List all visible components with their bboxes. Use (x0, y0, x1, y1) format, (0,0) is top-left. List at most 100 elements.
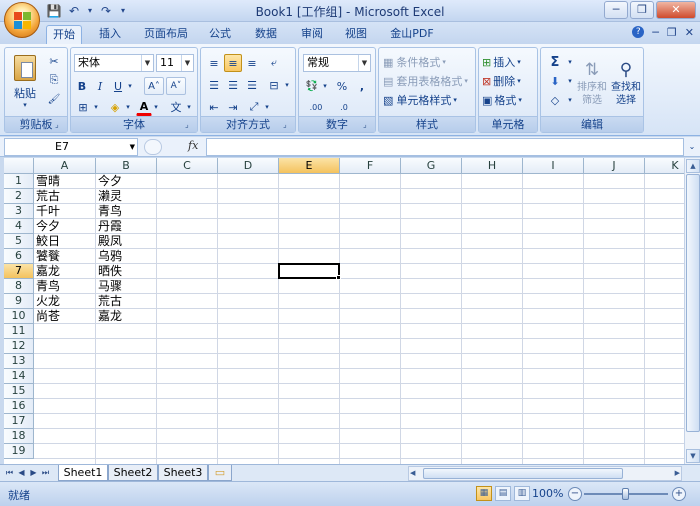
increase-decimal-button[interactable]: .00 (303, 98, 329, 116)
number-format-combo[interactable]: 常规 ▼ (303, 54, 371, 72)
underline-dropdown[interactable]: ▾ (126, 77, 134, 95)
fill-color-dropdown[interactable]: ▾ (124, 98, 132, 116)
tab-insert[interactable]: 插入 (92, 25, 128, 44)
clear-button[interactable]: ◇ (544, 91, 566, 109)
cell-b8[interactable]: 马骤 (96, 279, 157, 294)
tab-review[interactable]: 审阅 (294, 25, 330, 44)
percent-button[interactable]: % (333, 77, 351, 95)
align-left-button[interactable]: ☰ (205, 76, 223, 94)
cell-b4[interactable]: 丹霞 (96, 219, 157, 234)
format-as-table-button[interactable]: ▤ 套用表格格式 ▾ (382, 72, 474, 90)
insert-sheet-button[interactable]: ▭ (208, 465, 232, 481)
tab-page-layout[interactable]: 页面布局 (138, 25, 194, 44)
tab-home[interactable]: 开始 (46, 25, 82, 44)
row-header-2[interactable]: 2 (4, 189, 34, 204)
zoom-knob[interactable] (622, 488, 629, 500)
chevron-down-icon[interactable]: ▼ (181, 55, 193, 71)
cell-a1[interactable]: 雪晴 (34, 174, 96, 189)
column-header-c[interactable]: C (157, 158, 218, 174)
chevron-down-icon[interactable]: ▼ (141, 55, 153, 71)
cell-b10[interactable]: 嘉龙 (96, 309, 157, 324)
cell-a9[interactable]: 火龙 (34, 294, 96, 309)
page-layout-view-icon[interactable]: ▤ (495, 486, 511, 501)
comma-button[interactable]: , (353, 77, 371, 95)
align-top-button[interactable]: ≡ (205, 54, 223, 72)
cell-b9[interactable]: 荒古 (96, 294, 157, 309)
cell-a7[interactable]: 嘉龙 (34, 264, 96, 279)
column-header-f[interactable]: F (340, 158, 401, 174)
format-painter-button[interactable]: 🖌 (45, 90, 63, 108)
format-cells-button[interactable]: ▣ 格式 ▾ (481, 91, 537, 109)
cell-b3[interactable]: 青鸟 (96, 204, 157, 219)
row-header-9[interactable]: 9 (4, 294, 34, 309)
help-icon[interactable]: ? (632, 26, 645, 38)
phonetic-dropdown[interactable]: ▾ (185, 98, 193, 116)
bold-button[interactable]: B (74, 77, 90, 95)
vertical-scroll-thumb[interactable] (686, 174, 700, 432)
decrease-decimal-button[interactable]: .0 (331, 98, 357, 116)
scroll-left-icon[interactable]: ◀ (410, 467, 415, 480)
font-color-button[interactable]: A (136, 98, 152, 116)
delete-cells-button[interactable]: ⊠ 删除 ▾ (481, 72, 537, 90)
page-break-view-icon[interactable]: ▥ (514, 486, 530, 501)
cell-b1[interactable]: 今夕 (96, 174, 157, 189)
align-middle-button[interactable]: ≡ (224, 54, 242, 72)
cell-b5[interactable]: 殿凤 (96, 234, 157, 249)
find-select-button[interactable]: ⚲ 查找和 选择 (609, 52, 643, 114)
currency-button[interactable]: 💱 (303, 77, 321, 95)
phonetic-button[interactable]: 文 (167, 98, 185, 116)
prev-sheet-icon[interactable]: ◀ (16, 467, 27, 479)
column-header-g[interactable]: G (401, 158, 462, 174)
cell-a5[interactable]: 鮫日 (34, 234, 96, 249)
align-bottom-button[interactable]: ≡ (243, 54, 261, 72)
conditional-format-button[interactable]: ▦ 条件格式 ▾ (382, 53, 474, 71)
scroll-up-icon[interactable]: ▲ (686, 159, 700, 173)
row-header-10[interactable]: 10 (4, 309, 34, 324)
fill-handle[interactable] (336, 275, 341, 280)
row-header-14[interactable]: 14 (4, 369, 34, 384)
row-header-6[interactable]: 6 (4, 249, 34, 264)
row-header-19[interactable]: 19 (4, 444, 34, 459)
cell-a2[interactable]: 荒古 (34, 189, 96, 204)
row-header-5[interactable]: 5 (4, 234, 34, 249)
merge-center-button[interactable]: ⊟ (265, 76, 283, 94)
paste-button[interactable]: 粘贴 ▾ (8, 52, 42, 112)
zoom-out-icon[interactable]: − (568, 487, 582, 501)
fill-button[interactable]: ⬇ (544, 72, 566, 90)
cell-styles-button[interactable]: ▧ 单元格样式 ▾ (382, 91, 474, 109)
wrap-text-button[interactable]: ⤶ (265, 54, 283, 72)
orientation-dropdown[interactable]: ▾ (263, 98, 271, 116)
sheet-tab-3[interactable]: Sheet3 (158, 465, 208, 481)
underline-button[interactable]: U (110, 77, 126, 95)
dialog-launcher-icon[interactable]: ⌟ (185, 120, 195, 130)
font-size-combo[interactable]: 11 ▼ (156, 54, 194, 72)
row-header-4[interactable]: 4 (4, 219, 34, 234)
column-header-e[interactable]: E (279, 158, 340, 174)
ribbon-minimize-button[interactable]: ─ (652, 26, 659, 39)
border-button[interactable]: ⊞ (74, 98, 92, 116)
cell-b7[interactable]: 晒佚 (96, 264, 157, 279)
insert-cells-button[interactable]: ⊞ 插入 ▾ (481, 53, 537, 71)
row-header-13[interactable]: 13 (4, 354, 34, 369)
row-header-18[interactable]: 18 (4, 429, 34, 444)
align-right-button[interactable]: ☰ (243, 76, 261, 94)
formula-input[interactable] (206, 138, 684, 156)
cut-button[interactable]: ✂ (45, 52, 63, 70)
cancel-formula-icon[interactable] (144, 139, 162, 155)
row-header-7[interactable]: 7 (4, 264, 34, 279)
font-color-dropdown[interactable]: ▾ (152, 98, 160, 116)
clear-dropdown[interactable]: ▾ (566, 91, 574, 109)
currency-dropdown[interactable]: ▾ (321, 77, 329, 95)
ribbon-restore-button[interactable]: ❐ (667, 26, 677, 39)
last-sheet-icon[interactable]: ⏭ (40, 467, 51, 479)
increase-indent-button[interactable]: ⇥ (224, 98, 242, 116)
horizontal-scroll-thumb[interactable] (423, 468, 623, 479)
merge-dropdown[interactable]: ▾ (283, 76, 291, 94)
row-header-12[interactable]: 12 (4, 339, 34, 354)
grow-font-button[interactable]: A˄ (144, 77, 164, 95)
column-header-a[interactable]: A (34, 158, 96, 174)
cell-b6[interactable]: 乌鸦 (96, 249, 157, 264)
row-header-8[interactable]: 8 (4, 279, 34, 294)
decrease-indent-button[interactable]: ⇤ (205, 98, 223, 116)
selected-cell[interactable] (278, 263, 340, 279)
